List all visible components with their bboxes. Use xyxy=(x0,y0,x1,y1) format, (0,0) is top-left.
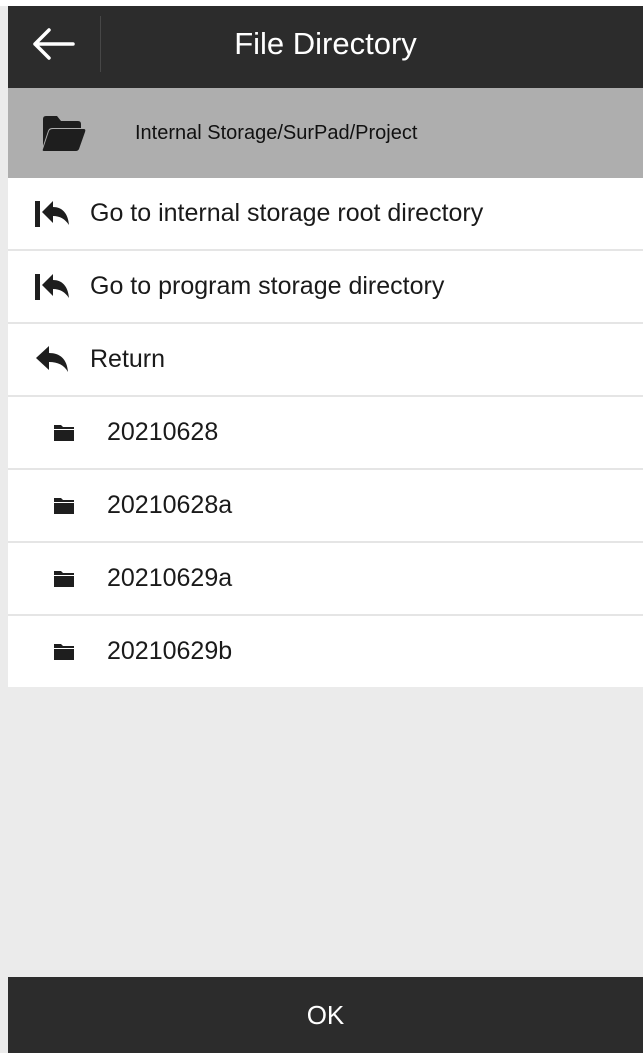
return-item[interactable]: Return xyxy=(8,324,643,397)
folder-icon xyxy=(53,497,75,515)
folder-item-20210629b[interactable]: 20210629b xyxy=(8,616,643,687)
folder-item-20210628[interactable]: 20210628 xyxy=(8,397,643,470)
title-divider xyxy=(100,16,101,72)
page-title: File Directory xyxy=(234,26,417,61)
file-directory-screen: File Directory Internal Storage/SurPad/P… xyxy=(0,0,643,1053)
folder-item-20210628a[interactable]: 20210628a xyxy=(8,470,643,543)
folder-name: 20210629a xyxy=(107,564,233,592)
current-path: Internal Storage/SurPad/Project xyxy=(135,121,418,144)
directory-list: Go to internal storage root directory Go… xyxy=(8,178,643,687)
return-label: Return xyxy=(90,345,166,373)
reply-to-start-icon xyxy=(34,270,70,304)
reply-icon xyxy=(34,343,70,377)
go-internal-root-label: Go to internal storage root directory xyxy=(90,199,484,227)
folder-name: 20210628a xyxy=(107,491,233,519)
folder-icon xyxy=(53,643,75,661)
folder-icon xyxy=(53,424,75,442)
reply-to-start-icon xyxy=(34,197,70,231)
title-bar: File Directory xyxy=(8,6,643,88)
current-path-bar: Internal Storage/SurPad/Project xyxy=(8,88,643,178)
folder-name: 20210628 xyxy=(107,418,219,446)
folder-name: 20210629b xyxy=(107,637,233,665)
arrow-left-icon xyxy=(33,28,75,60)
go-program-storage-item[interactable]: Go to program storage directory xyxy=(8,251,643,324)
folder-open-icon xyxy=(42,116,86,151)
go-program-storage-label: Go to program storage directory xyxy=(90,272,445,300)
ok-label: OK xyxy=(306,999,345,1030)
back-button[interactable] xyxy=(8,6,98,82)
folder-item-20210629a[interactable]: 20210629a xyxy=(8,543,643,616)
ok-button[interactable]: OK xyxy=(8,977,643,1053)
go-internal-root-item[interactable]: Go to internal storage root directory xyxy=(8,178,643,251)
folder-icon xyxy=(53,570,75,588)
